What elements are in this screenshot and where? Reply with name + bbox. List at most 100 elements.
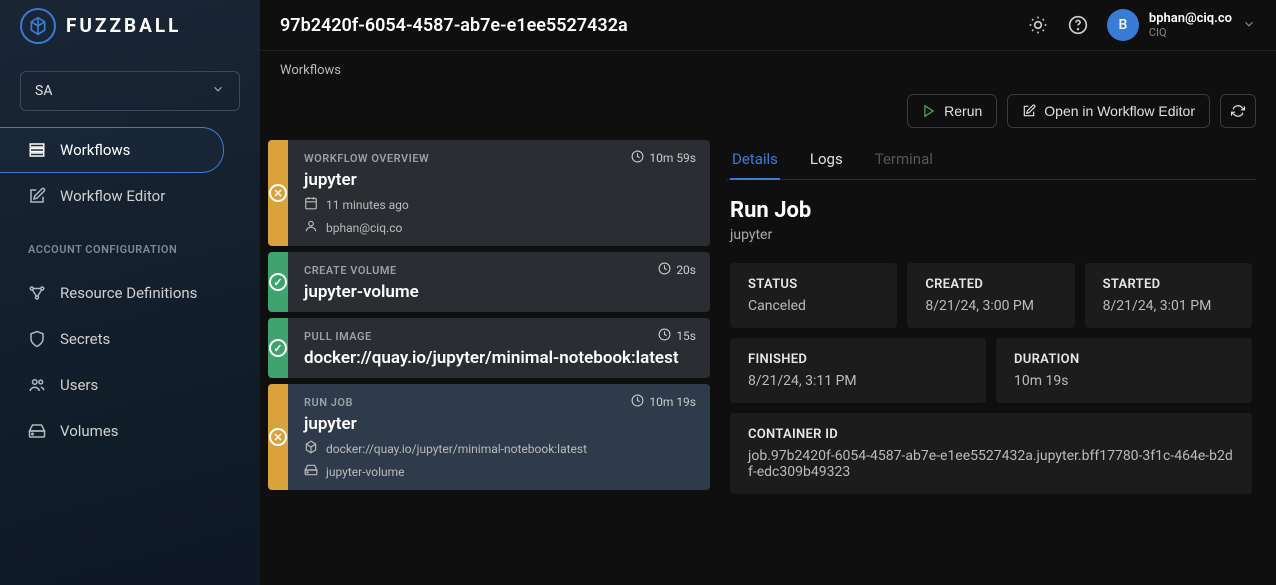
user-menu[interactable]: B bphan@ciq.co CIQ: [1107, 9, 1256, 41]
info-label: FINISHED: [748, 352, 968, 367]
rerun-button[interactable]: Rerun: [907, 94, 997, 128]
topbar: 97b2420f-6054-4587-ab7e-e1ee5527432a B b…: [260, 0, 1276, 51]
info-value: 8/21/24, 3:11 PM: [748, 373, 968, 389]
sidebar: FUZZBALL SA Workflows Workflow Editor: [0, 0, 260, 585]
sidebar-item-workflow-editor[interactable]: Workflow Editor: [0, 173, 260, 219]
sidebar-item-resource-definitions[interactable]: Resource Definitions: [0, 270, 260, 316]
step-card[interactable]: ✓ PULL IMAGE 15s docker://quay.io/jupyter/m…: [268, 318, 710, 378]
step-kicker: RUN JOB: [304, 396, 353, 409]
clock-icon: [631, 394, 644, 410]
logo: FUZZBALL: [0, 0, 260, 51]
refresh-button[interactable]: [1220, 94, 1256, 128]
open-editor-button[interactable]: Open in Workflow Editor: [1007, 94, 1210, 128]
chevron-down-icon: [1242, 16, 1256, 35]
step-card[interactable]: ✕ WORKFLOW OVERVIEW 10m 59s jupyter 11 minut…: [268, 140, 710, 246]
step-duration: 10m 59s: [631, 150, 696, 166]
info-card-container-id: CONTAINER ID job.97b2420f-6054-4587-ab7e-…: [730, 413, 1252, 494]
users-icon: [28, 376, 46, 394]
tab-details[interactable]: Details: [730, 140, 780, 180]
details-title: Run Job: [730, 198, 1252, 223]
step-duration: 10m 19s: [631, 394, 696, 410]
breadcrumb[interactable]: Workflows: [260, 51, 1276, 78]
tabs: Details Logs Terminal: [726, 140, 1256, 180]
info-value: 10m 19s: [1014, 373, 1234, 389]
step-meta: docker://quay.io/jupyter/minimal-noteboo…: [304, 440, 696, 457]
info-value: job.97b2420f-6054-4587-ab7e-e1ee5527432a…: [748, 448, 1234, 480]
refresh-icon: [1231, 104, 1245, 118]
info-card: CREATED8/21/24, 3:00 PM: [907, 263, 1074, 328]
user-icon: [304, 219, 318, 236]
details-panel: Details Logs Terminal Run Job jupyter STAT…: [726, 140, 1256, 565]
status-canceled-icon: ✕: [268, 140, 288, 246]
status-success-icon: ✓: [268, 318, 288, 378]
sidebar-item-label: Secrets: [60, 330, 110, 348]
rerun-button-label: Rerun: [944, 103, 982, 119]
info-card: STARTED 8/21/24, 3:01 PM: [1085, 263, 1252, 328]
step-kicker: PULL IMAGE: [304, 330, 372, 343]
shield-icon: [28, 330, 46, 348]
clock-icon: [658, 328, 671, 344]
info-card: FINISHED 8/21/24, 3:11 PM: [730, 338, 986, 403]
org-selector-value: SA: [35, 83, 52, 99]
tab-logs[interactable]: Logs: [808, 140, 845, 179]
logo-badge-icon: [20, 8, 56, 44]
user-email: bphan@ciq.co: [1149, 11, 1232, 26]
open-editor-button-label: Open in Workflow Editor: [1044, 103, 1195, 119]
breadcrumb-item[interactable]: Workflows: [280, 63, 341, 78]
drive-icon: [28, 422, 46, 440]
theme-toggle-icon[interactable]: [1027, 14, 1049, 36]
cube-icon: [304, 440, 318, 457]
logo-text: FUZZBALL: [66, 14, 181, 37]
main: 97b2420f-6054-4587-ab7e-e1ee5527432a B b…: [260, 0, 1276, 585]
sidebar-item-label: Users: [60, 376, 98, 394]
details-subtitle: jupyter: [730, 227, 1252, 243]
step-title: jupyter: [304, 414, 696, 434]
calendar-icon: [304, 196, 318, 213]
info-label: STATUS: [748, 277, 879, 292]
clock-icon: [631, 150, 644, 166]
status-canceled-icon: ✕: [268, 384, 288, 490]
step-kicker: CREATE VOLUME: [304, 264, 397, 277]
chevron-down-icon: [211, 82, 225, 100]
edit-icon: [1022, 104, 1036, 118]
sidebar-item-secrets[interactable]: Secrets: [0, 316, 260, 362]
step-duration: 20s: [658, 262, 696, 278]
list-icon: [28, 141, 46, 159]
step-meta: jupyter-volume: [304, 463, 696, 480]
step-meta: bphan@ciq.co: [304, 219, 696, 236]
user-org: CIQ: [1149, 26, 1232, 39]
sidebar-item-volumes[interactable]: Volumes: [0, 408, 260, 454]
step-duration: 15s: [658, 328, 696, 344]
step-card[interactable]: ✕ RUN JOB 10m 19s jupyter docker://quay.io/j…: [268, 384, 710, 490]
info-grid: STATUSCanceledCREATED8/21/24, 3:00 PMSTA…: [730, 263, 1252, 494]
info-label: CONTAINER ID: [748, 427, 1234, 442]
sidebar-item-workflows[interactable]: Workflows: [0, 127, 224, 173]
step-kicker: WORKFLOW OVERVIEW: [304, 152, 429, 165]
help-icon[interactable]: [1067, 14, 1089, 36]
org-selector[interactable]: SA: [20, 71, 240, 111]
info-value: 8/21/24, 3:01 PM: [1103, 298, 1234, 314]
sidebar-item-users[interactable]: Users: [0, 362, 260, 408]
tab-terminal: Terminal: [873, 140, 935, 179]
play-icon: [922, 104, 936, 118]
sidebar-item-label: Resource Definitions: [60, 284, 197, 302]
sidebar-item-label: Volumes: [60, 422, 119, 440]
sidebar-section-header: ACCOUNT CONFIGURATION: [0, 225, 260, 264]
step-meta: 11 minutes ago: [304, 196, 696, 213]
page-title: 97b2420f-6054-4587-ab7e-e1ee5527432a: [280, 15, 628, 36]
steps-list: ✕ WORKFLOW OVERVIEW 10m 59s jupyter 11 minut…: [268, 140, 710, 565]
sidebar-item-label: Workflows: [60, 141, 130, 159]
edit-icon: [28, 187, 46, 205]
nodes-icon: [28, 284, 46, 302]
info-value: Canceled: [748, 298, 879, 314]
step-title: jupyter-volume: [304, 282, 696, 302]
info-card: STATUS Canceled: [730, 263, 897, 328]
info-label: DURATION: [1014, 352, 1234, 367]
step-card[interactable]: ✓ CREATE VOLUME 20s jupyter-volume: [268, 252, 710, 312]
step-title: docker://quay.io/jupyter/minimal-noteboo…: [304, 348, 696, 368]
status-success-icon: ✓: [268, 252, 288, 312]
info-label: STARTED: [1103, 277, 1234, 292]
step-title: jupyter: [304, 170, 696, 190]
sidebar-item-label: Workflow Editor: [60, 187, 165, 205]
avatar: B: [1107, 9, 1139, 41]
